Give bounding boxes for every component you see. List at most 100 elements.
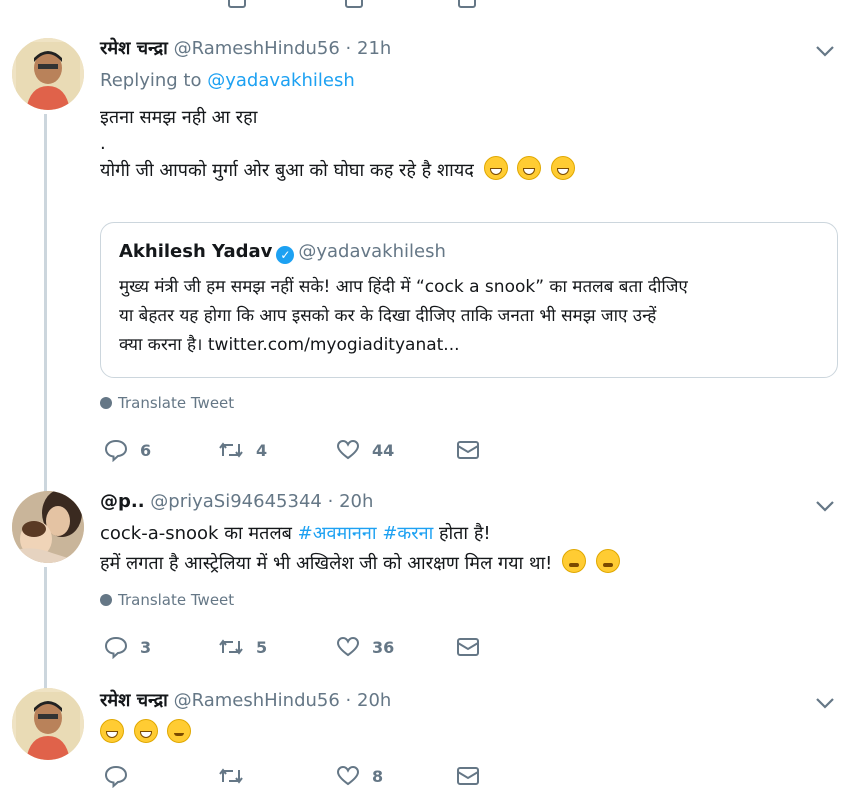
username[interactable]: @priyaSi94645344: [150, 491, 322, 512]
separator-dot: ·: [327, 491, 334, 512]
heart-icon: [336, 636, 360, 657]
chevron-down-icon[interactable]: [814, 44, 836, 58]
quoted-text-line: मुख्य मंत्री जी हम समझ नहीं सके! आप हिंद…: [119, 277, 688, 297]
chevron-down-icon[interactable]: [814, 696, 836, 710]
heart-icon: [336, 765, 360, 786]
replying-to: Replying to @yadavakhilesh: [100, 70, 355, 91]
hashtag-link[interactable]: #अवमानना: [298, 523, 377, 544]
verified-badge-icon: ✓: [276, 246, 295, 264]
reply-button[interactable]: 6: [104, 438, 151, 462]
direct-message-button[interactable]: [456, 764, 480, 788]
avatar[interactable]: [12, 38, 84, 110]
tweet-text: इतना समझ नही आ रहा . योगी जी आपको मुर्गा…: [100, 102, 576, 186]
avatar[interactable]: [12, 688, 84, 760]
quoted-tweet-header: Akhilesh Yadav ✓ @yadavakhilesh: [119, 241, 446, 264]
like-count: 36: [372, 637, 395, 657]
translate-label: Translate Tweet: [118, 591, 235, 609]
retweet-button[interactable]: 5: [218, 635, 267, 659]
envelope-icon: [457, 441, 479, 459]
grinning-emoji-icon: [483, 156, 508, 180]
tweet-text: [100, 718, 192, 749]
quoted-tweet[interactable]: Akhilesh Yadav ✓ @yadavakhilesh मुख्य मंत्…: [100, 222, 838, 378]
reply-count: 6: [140, 440, 152, 460]
retweet-icon: [219, 442, 243, 458]
retweet-count: 4: [256, 440, 268, 460]
tweet[interactable]: रमेश चन्द्रा @RameshHindu56 · 21h Replyi…: [0, 30, 850, 524]
tweet-text-line: cock-a-snook का मतलब #अवमानना #करना होता…: [100, 519, 620, 549]
quoted-tweet-text: मुख्य मंत्री जी हम समझ नहीं सके! आप हिंद…: [119, 273, 688, 360]
grinning-emoji-icon: [133, 719, 158, 743]
translate-tweet-link[interactable]: Translate Tweet: [100, 394, 234, 412]
tweet-text-line: योगी जी आपको मुर्गा ओर बुआ को घोघा कह रह…: [100, 155, 576, 186]
display-name[interactable]: रमेश चन्द्रा: [100, 38, 168, 59]
retweet-button[interactable]: 4: [218, 438, 267, 462]
quoted-username: @yadavakhilesh: [298, 241, 446, 262]
thread-line: [44, 114, 47, 524]
winking-emoji-icon: [595, 549, 620, 573]
envelope-icon: [457, 638, 479, 656]
globe-icon: [100, 594, 112, 606]
hashtag-link[interactable]: #करना: [382, 523, 433, 544]
reply-button[interactable]: 3: [104, 635, 151, 659]
tweet-actions: 8: [104, 764, 504, 788]
display-name[interactable]: @p..: [100, 491, 145, 512]
tweet-text: cock-a-snook का मतलब #अवमानना #करना होता…: [100, 519, 620, 579]
tweet[interactable]: @p.. @priyaSi94645344 · 20h cock-a-snook…: [0, 485, 850, 692]
retweet-count: 5: [256, 637, 268, 657]
tweet-text-line: इतना समझ नही आ रहा: [100, 107, 258, 128]
timestamp[interactable]: 21h: [357, 38, 391, 59]
tweet-text-line: हमें लगता है आस्ट्रेलिया में भी अखिलेश ज…: [100, 549, 620, 579]
tweet-header: रमेश चन्द्रा @RameshHindu56 · 20h: [100, 688, 391, 712]
separator-dot: ·: [345, 690, 352, 711]
reply-icon: [104, 439, 128, 462]
avatar[interactable]: [12, 491, 84, 563]
tweet[interactable]: रमेश चन्द्रा @RameshHindu56 · 20h 8: [0, 682, 850, 789]
quoted-text-line: या बेहतर यह होगा कि आप इसको कर के दिखा द…: [119, 306, 657, 326]
replying-to-handle[interactable]: @yadavakhilesh: [207, 70, 355, 91]
retweet-icon: [219, 768, 243, 784]
tweet-text-line-content: योगी जी आपको मुर्गा ओर बुआ को घोघा कह रह…: [100, 160, 474, 181]
direct-message-button[interactable]: [456, 635, 480, 659]
like-button[interactable]: 36: [336, 635, 394, 659]
previous-tweet-actions: [0, 0, 850, 8]
translate-label: Translate Tweet: [118, 394, 235, 412]
username[interactable]: @RameshHindu56: [174, 690, 340, 711]
quoted-display-name: Akhilesh Yadav: [119, 241, 273, 262]
grinning-emoji-icon: [517, 156, 542, 180]
winking-emoji-icon: [562, 549, 587, 573]
tweet-actions: 3 5 36: [104, 635, 504, 659]
separator-dot: ·: [345, 38, 352, 59]
timestamp[interactable]: 20h: [339, 491, 373, 512]
direct-message-button[interactable]: [456, 438, 480, 462]
retweet-button[interactable]: [218, 764, 244, 788]
globe-icon: [100, 397, 112, 409]
timestamp[interactable]: 20h: [357, 690, 391, 711]
heart-icon: [336, 439, 360, 460]
tweet-text-fragment: cock-a-snook का मतलब: [100, 523, 298, 544]
replying-to-label: Replying to: [100, 70, 202, 91]
envelope-icon: [457, 767, 479, 785]
tweet-text-line: .: [100, 133, 106, 154]
like-button[interactable]: 44: [336, 438, 394, 462]
smiling-emoji-icon: [167, 719, 192, 743]
like-button[interactable]: 8: [336, 764, 383, 788]
display-name[interactable]: रमेश चन्द्रा: [100, 690, 168, 711]
like-count: 8: [372, 766, 384, 786]
reply-count: 3: [140, 637, 152, 657]
reply-icon: [104, 636, 128, 659]
tweet-text-fragment: होता है!: [433, 523, 491, 544]
username[interactable]: @RameshHindu56: [174, 38, 340, 59]
reply-icon: [104, 765, 128, 788]
like-count: 44: [372, 440, 395, 460]
grinning-emoji-icon: [551, 156, 576, 180]
tweet-actions: 6 4 44: [104, 438, 504, 462]
tweet-text-line-content: हमें लगता है आस्ट्रेलिया में भी अखिलेश ज…: [100, 553, 553, 574]
quoted-text-line: क्या करना है। twitter.com/myogiadityanat…: [119, 335, 460, 355]
reply-button[interactable]: [104, 764, 128, 788]
tweet-header: @p.. @priyaSi94645344 · 20h: [100, 491, 373, 512]
tweet-header: रमेश चन्द्रा @RameshHindu56 · 21h: [100, 36, 391, 60]
translate-tweet-link[interactable]: Translate Tweet: [100, 591, 234, 609]
chevron-down-icon[interactable]: [814, 499, 836, 513]
grinning-emoji-icon: [100, 719, 124, 743]
retweet-icon: [219, 639, 243, 655]
